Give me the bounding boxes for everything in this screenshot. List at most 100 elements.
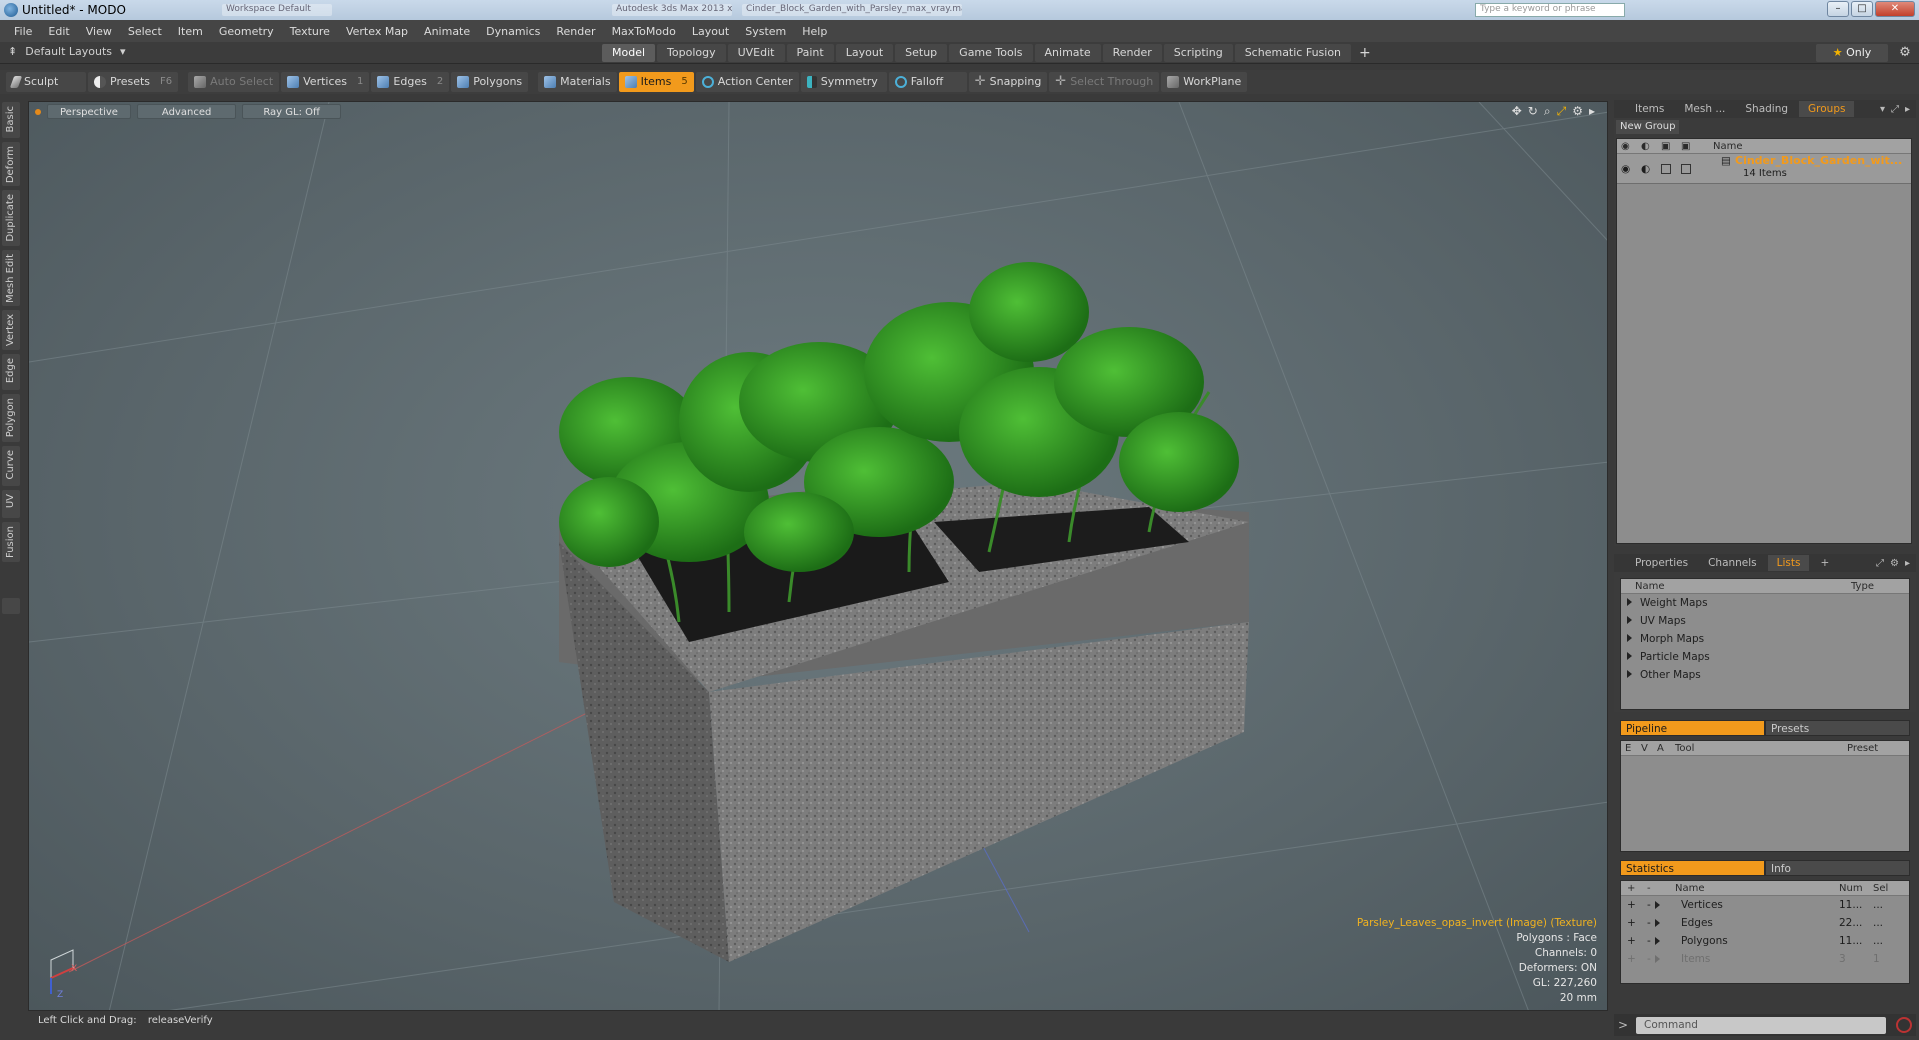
only-toggle-button[interactable]: ★ Only bbox=[1816, 44, 1888, 62]
expand-arrow-icon[interactable] bbox=[1627, 670, 1632, 678]
workplane-button[interactable]: WorkPlane bbox=[1161, 72, 1248, 92]
menu-render[interactable]: Render bbox=[548, 25, 603, 38]
remove-selection-button[interactable]: - bbox=[1647, 950, 1651, 968]
sculpt-button[interactable]: Sculpt bbox=[6, 72, 86, 92]
list-item-uv-maps[interactable]: UV Maps bbox=[1621, 612, 1909, 630]
rotate-view-icon[interactable]: ↻ bbox=[1528, 104, 1538, 119]
menu-item[interactable]: Item bbox=[170, 25, 211, 38]
tab-groups[interactable]: Groups bbox=[1799, 101, 1855, 117]
remove-selection-button[interactable]: - bbox=[1647, 932, 1651, 950]
tab-fusion[interactable]: Fusion bbox=[2, 522, 20, 562]
tab-setup[interactable]: Setup bbox=[895, 44, 948, 62]
group-row[interactable]: ◉ ◐ ▤ Cinder_Block_Garden_wit... 14 Item… bbox=[1617, 154, 1911, 184]
presets-button[interactable]: Presets F6 bbox=[88, 72, 179, 92]
tab-schematic-fusion[interactable]: Schematic Fusion bbox=[1234, 44, 1352, 62]
select-through-button[interactable]: ✛ Select Through bbox=[1049, 72, 1160, 92]
perspective-dropdown[interactable]: Perspective bbox=[47, 104, 131, 119]
3d-viewport[interactable]: Perspective Advanced Ray GL: Off ✥ ↻ ⌕ ⤢… bbox=[28, 101, 1608, 1011]
expand-arrow-icon[interactable] bbox=[1627, 616, 1632, 624]
polygons-button[interactable]: Polygons bbox=[451, 72, 529, 92]
move-view-icon[interactable]: ✥ bbox=[1512, 104, 1522, 119]
expand-panel-icon[interactable]: ⤢ bbox=[1891, 104, 1899, 115]
raygl-dropdown[interactable]: Ray GL: Off bbox=[242, 104, 341, 119]
expand-arrow-icon[interactable] bbox=[1627, 634, 1632, 642]
remove-selection-button[interactable]: - bbox=[1647, 896, 1651, 914]
close-button[interactable]: ✕ bbox=[1875, 1, 1915, 17]
menu-file[interactable]: File bbox=[6, 25, 40, 38]
group-lock-box[interactable] bbox=[1661, 164, 1671, 174]
tab-items[interactable]: Items bbox=[1626, 101, 1673, 117]
add-selection-button[interactable]: + bbox=[1627, 914, 1636, 932]
menu-maxtomodo[interactable]: MaxToModo bbox=[604, 25, 684, 38]
tab-shading[interactable]: Shading bbox=[1736, 101, 1797, 117]
add-selection-button[interactable]: + bbox=[1627, 896, 1636, 914]
stats-row-items[interactable]: + - Items 3 1 bbox=[1621, 950, 1909, 968]
list-item-weight-maps[interactable]: Weight Maps bbox=[1621, 594, 1909, 612]
tab-polygon[interactable]: Polygon bbox=[2, 394, 20, 442]
auto-select-button[interactable]: Auto Select bbox=[188, 72, 280, 92]
viewport-menu-arrow-icon[interactable]: ▸ bbox=[1589, 104, 1595, 119]
viewport-gear-icon[interactable]: ⚙ bbox=[1572, 104, 1583, 119]
expand-arrow-icon[interactable] bbox=[1627, 652, 1632, 660]
tab-vertex[interactable]: Vertex bbox=[2, 310, 20, 350]
stats-row-vertices[interactable]: + - Vertices 11... ... bbox=[1621, 896, 1909, 914]
menu-dynamics[interactable]: Dynamics bbox=[478, 25, 548, 38]
tab-animate[interactable]: Animate bbox=[1034, 44, 1101, 62]
action-center-button[interactable]: Action Center bbox=[695, 72, 799, 92]
menu-layout[interactable]: Layout bbox=[684, 25, 737, 38]
falloff-button[interactable]: Falloff bbox=[888, 72, 967, 92]
tab-mesh-edit[interactable]: Mesh Edit bbox=[2, 250, 20, 306]
stats-row-polygons[interactable]: + - Polygons 11... ... bbox=[1621, 932, 1909, 950]
expand-arrow-icon[interactable] bbox=[1655, 901, 1660, 909]
tab-mesh[interactable]: Mesh ... bbox=[1675, 101, 1734, 117]
materials-button[interactable]: Materials bbox=[538, 72, 617, 92]
tab-edge[interactable]: Edge bbox=[2, 354, 20, 390]
tab-curve[interactable]: Curve bbox=[2, 446, 20, 486]
default-layouts-dropdown[interactable]: ⇞ Default Layouts ▾ bbox=[8, 45, 126, 58]
tab-statistics[interactable]: Statistics bbox=[1620, 860, 1765, 876]
menu-texture[interactable]: Texture bbox=[282, 25, 338, 38]
menu-animate[interactable]: Animate bbox=[416, 25, 478, 38]
items-button[interactable]: Items 5 bbox=[618, 72, 694, 92]
group-visibility-icon[interactable]: ◉ bbox=[1621, 160, 1630, 178]
tab-layout[interactable]: Layout bbox=[835, 44, 894, 62]
tab-duplicate[interactable]: Duplicate bbox=[2, 190, 20, 246]
maximize-view-icon[interactable]: ⤢ bbox=[1557, 104, 1567, 119]
menu-edit[interactable]: Edit bbox=[40, 25, 77, 38]
record-macro-icon[interactable] bbox=[1896, 1017, 1912, 1033]
menu-view[interactable]: View bbox=[78, 25, 120, 38]
panel-arrow-icon[interactable]: ▸ bbox=[1905, 558, 1910, 569]
tab-basic[interactable]: Basic bbox=[2, 102, 20, 138]
command-input[interactable]: Command bbox=[1636, 1016, 1886, 1034]
expand-panel-icon[interactable]: ⤢ bbox=[1876, 558, 1884, 569]
expand-arrow-icon[interactable] bbox=[1627, 598, 1632, 606]
tab-deform[interactable]: Deform bbox=[2, 142, 20, 186]
add-selection-button[interactable]: + bbox=[1627, 950, 1636, 968]
tab-pipeline[interactable]: Pipeline bbox=[1620, 720, 1765, 736]
list-item-particle-maps[interactable]: Particle Maps bbox=[1621, 648, 1909, 666]
maximize-button[interactable]: □ bbox=[1851, 1, 1873, 17]
tab-topology[interactable]: Topology bbox=[657, 44, 726, 62]
zoom-view-icon[interactable]: ⌕ bbox=[1544, 104, 1551, 119]
tab-info[interactable]: Info bbox=[1765, 860, 1910, 876]
tab-properties[interactable]: Properties bbox=[1626, 555, 1697, 571]
edges-button[interactable]: Edges 2 bbox=[371, 72, 450, 92]
viewport-options-dot[interactable] bbox=[35, 109, 41, 115]
expand-arrow-icon[interactable] bbox=[1655, 937, 1660, 945]
stats-row-edges[interactable]: + - Edges 22... ... bbox=[1621, 914, 1909, 932]
gear-icon[interactable]: ⚙ bbox=[1896, 44, 1914, 62]
symmetry-button[interactable]: Symmetry bbox=[800, 72, 887, 92]
list-item-morph-maps[interactable]: Morph Maps bbox=[1621, 630, 1909, 648]
tab-game-tools[interactable]: Game Tools bbox=[949, 44, 1033, 62]
vertices-button[interactable]: Vertices 1 bbox=[281, 72, 370, 92]
expand-arrow-icon[interactable] bbox=[1655, 919, 1660, 927]
group-render-icon[interactable]: ◐ bbox=[1641, 160, 1650, 178]
list-item-other-maps[interactable]: Other Maps bbox=[1621, 666, 1909, 684]
panel-arrow-icon[interactable]: ▸ bbox=[1905, 104, 1910, 115]
group-select-box[interactable] bbox=[1681, 164, 1691, 174]
add-selection-button[interactable]: + bbox=[1627, 932, 1636, 950]
menu-geometry[interactable]: Geometry bbox=[211, 25, 282, 38]
add-tab-button[interactable]: + bbox=[1353, 44, 1377, 62]
tab-model[interactable]: Model bbox=[602, 44, 656, 62]
remove-selection-button[interactable]: - bbox=[1647, 914, 1651, 932]
